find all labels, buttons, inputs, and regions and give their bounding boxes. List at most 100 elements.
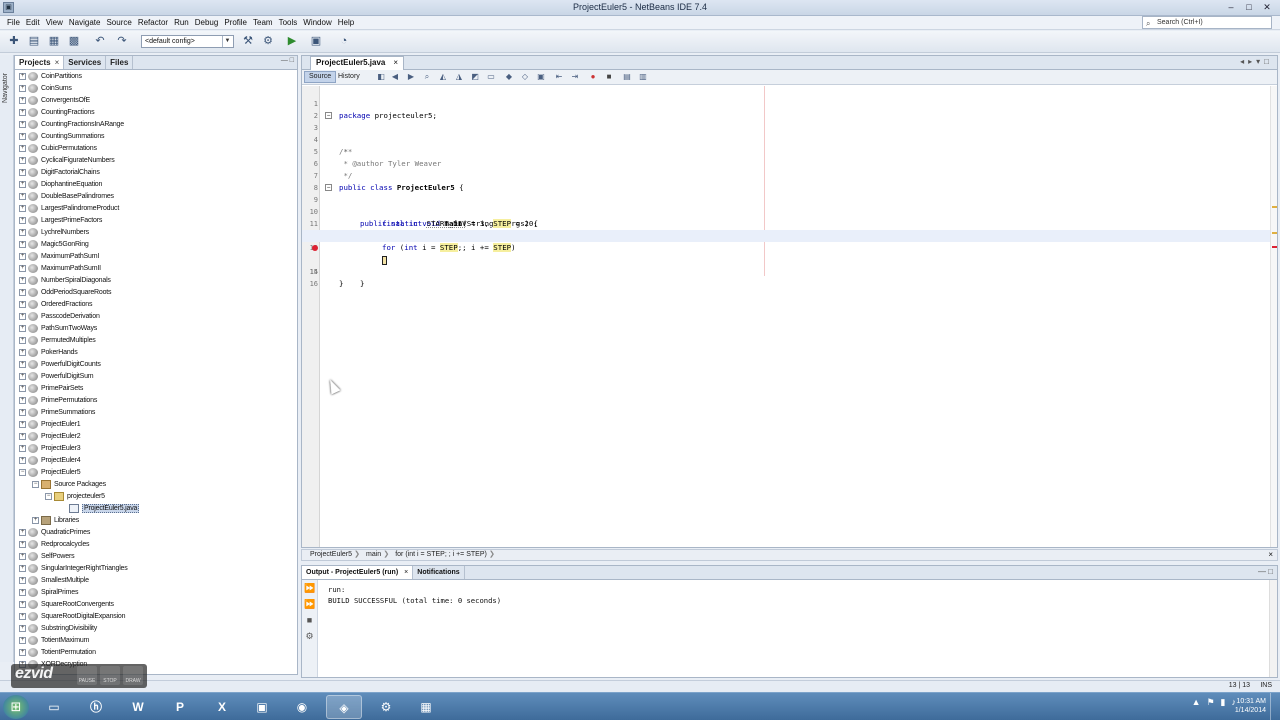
expand-icon[interactable]: +: [19, 252, 26, 260]
project-node[interactable]: + MaximumPathSumI: [15, 251, 297, 263]
expand-icon[interactable]: +: [19, 420, 26, 428]
project-node[interactable]: + LargestPrimeFactors: [15, 215, 297, 227]
project-node[interactable]: + CountingSummations: [15, 131, 297, 143]
warning-mark[interactable]: [1272, 232, 1277, 234]
project-node[interactable]: + ProjectEuler2: [15, 431, 297, 443]
project-node[interactable]: + CountingFractions: [15, 107, 297, 119]
stop-icon[interactable]: ■: [304, 615, 315, 626]
collapse-icon[interactable]: −: [32, 480, 39, 488]
settings-icon[interactable]: ⚙: [304, 631, 315, 642]
breadcrumb-item[interactable]: for (int i = STEP; ; i += STEP): [387, 550, 494, 560]
chrome-icon[interactable]: ◉: [284, 695, 320, 719]
project-node[interactable]: + Magic5GonRing: [15, 239, 297, 251]
shift-left-icon[interactable]: ⇤: [554, 72, 564, 82]
rerun-icon[interactable]: ⏩: [304, 583, 315, 594]
source-packages-node[interactable]: − Source Packages: [15, 479, 297, 491]
last-edit-icon[interactable]: ◧: [376, 72, 386, 82]
expand-icon[interactable]: +: [19, 396, 26, 404]
explorer-icon[interactable]: ▭: [36, 695, 72, 719]
breadcrumb-item[interactable]: ProjectEuler5: [302, 550, 360, 560]
expand-icon[interactable]: +: [19, 576, 26, 584]
menu-tools[interactable]: Tools: [276, 16, 301, 30]
expand-icon[interactable]: +: [19, 360, 26, 368]
project-node[interactable]: − ProjectEuler5: [15, 467, 297, 479]
tab-projects[interactable]: Projects ×: [15, 56, 65, 69]
debug-icon[interactable]: ▣: [308, 34, 324, 49]
project-node[interactable]: + CountingFractionsInARange: [15, 119, 297, 131]
expand-icon[interactable]: +: [32, 516, 39, 524]
expand-icon[interactable]: +: [19, 96, 26, 104]
build-icon[interactable]: ⚒: [240, 34, 256, 49]
source-button[interactable]: Source: [304, 71, 337, 83]
project-node[interactable]: + PasscodeDerivation: [15, 311, 297, 323]
code-area[interactable]: 1 package projecteuler5; 2 3 − /** 4 * 5…: [302, 86, 1277, 547]
project-node[interactable]: + CyclicalFigurateNumbers: [15, 155, 297, 167]
expand-icon[interactable]: +: [19, 636, 26, 644]
project-node[interactable]: + PrimePermutations: [15, 395, 297, 407]
hp-icon[interactable]: ⓗ: [78, 695, 114, 719]
tab-output[interactable]: Output - ProjectEuler5 (run) ×: [302, 566, 414, 579]
menu-debug[interactable]: Debug: [192, 16, 222, 30]
toggle-highlight-icon[interactable]: ◩: [470, 72, 480, 82]
project-node[interactable]: + CoinSums: [15, 83, 297, 95]
menu-run[interactable]: Run: [171, 16, 192, 30]
error-mark[interactable]: [1272, 246, 1277, 248]
find-previous-icon[interactable]: ◭: [438, 72, 448, 82]
menu-source[interactable]: Source: [103, 16, 134, 30]
project-node[interactable]: + PrimeSummations: [15, 407, 297, 419]
menu-edit[interactable]: Edit: [23, 16, 43, 30]
close-icon[interactable]: ×: [55, 56, 60, 69]
stop-macro-icon[interactable]: ■: [604, 72, 614, 82]
expand-icon[interactable]: +: [19, 540, 26, 548]
draw-button[interactable]: DRAW: [123, 666, 143, 685]
minimize-icon[interactable]: –: [1224, 1, 1238, 13]
excel-icon[interactable]: X: [204, 695, 240, 719]
minecraft-icon[interactable]: ▦: [408, 695, 444, 719]
panel-minimize-icon[interactable]: — □: [1258, 567, 1273, 576]
expand-icon[interactable]: +: [19, 156, 26, 164]
maximize-icon[interactable]: □: [1242, 1, 1256, 13]
clock[interactable]: 10:31 AM 1/14/2014: [1235, 697, 1266, 715]
warning-mark[interactable]: [1272, 206, 1277, 208]
expand-icon[interactable]: +: [19, 300, 26, 308]
new-file-icon[interactable]: ✚: [6, 34, 22, 49]
java-file-node[interactable]: ProjectEuler5.java: [15, 503, 297, 515]
menu-file[interactable]: File: [4, 16, 23, 30]
project-node[interactable]: + SquareRootDigitalExpansion: [15, 611, 297, 623]
menu-help[interactable]: Help: [335, 16, 357, 30]
expand-icon[interactable]: +: [19, 324, 26, 332]
close-icon[interactable]: ×: [1268, 550, 1273, 560]
expand-icon[interactable]: +: [19, 528, 26, 536]
redo-icon[interactable]: ↷: [114, 34, 130, 49]
forward-icon[interactable]: ▶: [406, 72, 416, 82]
project-node[interactable]: + PowerfulDigitCounts: [15, 359, 297, 371]
project-node[interactable]: + QuadraticPrimes: [15, 527, 297, 539]
project-node[interactable]: + SmallestMultiple: [15, 575, 297, 587]
expand-icon[interactable]: +: [19, 408, 26, 416]
toggle-bookmark-icon[interactable]: ▣: [536, 72, 546, 82]
error-stripe[interactable]: [1270, 86, 1277, 547]
expand-icon[interactable]: +: [19, 84, 26, 92]
run-icon[interactable]: ▶: [284, 34, 300, 49]
open-project-icon[interactable]: ▦: [46, 34, 62, 49]
project-node[interactable]: + TotientMaximum: [15, 635, 297, 647]
find-selection-icon[interactable]: ⌕: [422, 72, 432, 82]
profile-icon[interactable]: ◔: [336, 34, 352, 49]
tab-scroll-icon[interactable]: ◂▸▾□: [1240, 57, 1273, 66]
show-desktop-button[interactable]: [1270, 693, 1280, 720]
netbeans-icon[interactable]: ◈: [326, 695, 362, 719]
project-node[interactable]: + PowerfulDigitSum: [15, 371, 297, 383]
expand-icon[interactable]: +: [19, 552, 26, 560]
expand-icon[interactable]: +: [19, 600, 26, 608]
expand-icon[interactable]: +: [19, 432, 26, 440]
project-node[interactable]: + SelfPowers: [15, 551, 297, 563]
expand-icon[interactable]: +: [19, 180, 26, 188]
expand-icon[interactable]: +: [19, 132, 26, 140]
project-node[interactable]: + ConvergentsOfE: [15, 95, 297, 107]
expand-icon[interactable]: +: [19, 288, 26, 296]
tab-files[interactable]: Files: [106, 56, 134, 69]
project-node[interactable]: + TotientPermutation: [15, 647, 297, 659]
expand-icon[interactable]: +: [19, 264, 26, 272]
tab-notifications[interactable]: Notifications: [413, 566, 465, 579]
navigator-label[interactable]: Navigator: [2, 73, 12, 103]
